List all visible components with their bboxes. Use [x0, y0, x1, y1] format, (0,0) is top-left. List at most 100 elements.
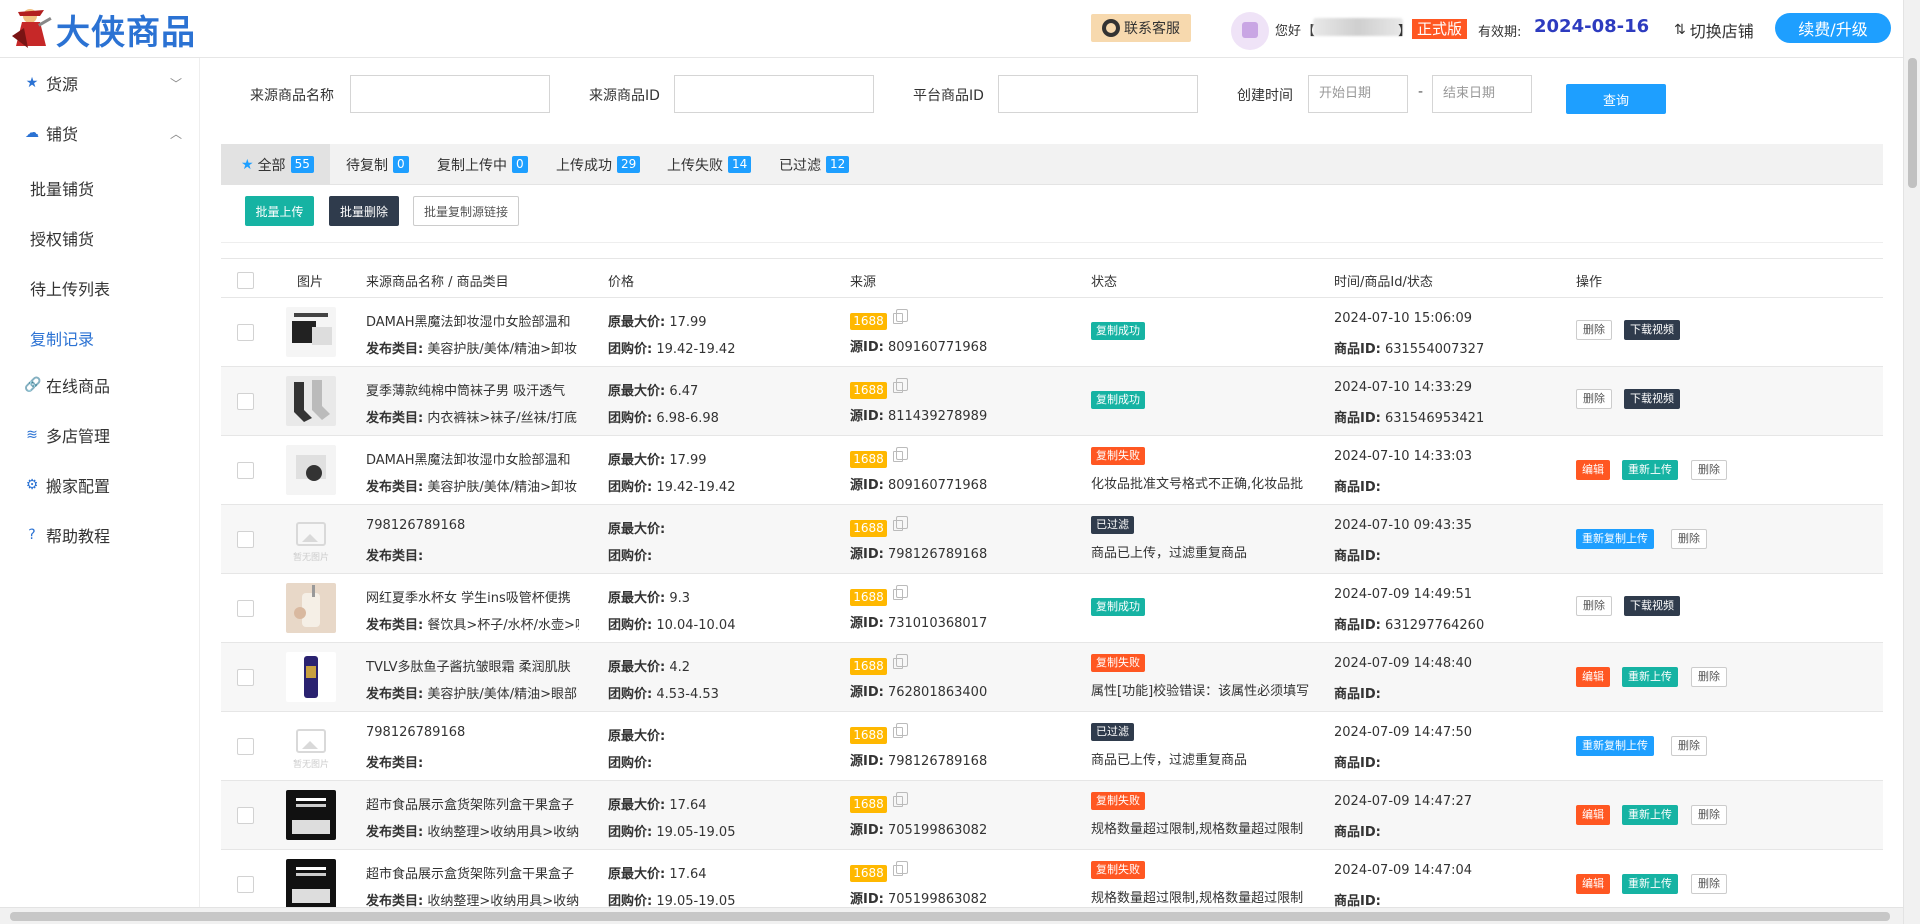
tab-count-badge: 12	[826, 156, 850, 173]
row-checkbox[interactable]	[237, 462, 254, 479]
sidebar-item-distribute[interactable]: ☁ 铺货 ︿	[0, 108, 200, 158]
download-video-button[interactable]: 下载视频	[1624, 389, 1680, 409]
copy-icon[interactable]	[893, 792, 908, 807]
row-checkbox[interactable]	[237, 738, 254, 755]
delete-button[interactable]: 删除	[1576, 320, 1612, 340]
platform-id-input[interactable]	[998, 75, 1198, 113]
edit-button[interactable]: 编辑	[1576, 667, 1610, 687]
row-checkbox[interactable]	[237, 669, 254, 686]
source-name-input[interactable]	[350, 75, 550, 113]
product-thumbnail[interactable]	[286, 583, 336, 633]
edit-button[interactable]: 编辑	[1576, 874, 1610, 894]
product-title[interactable]: DAMAH黑魔法卸妆湿巾女脸部温和	[366, 311, 579, 330]
start-date-input[interactable]: 开始日期	[1308, 75, 1408, 113]
sidebar-item-source[interactable]: ★ 货源 ﹀	[0, 58, 200, 108]
tab-label: 上传失败	[667, 157, 723, 174]
source-id-input[interactable]	[674, 75, 874, 113]
row-checkbox[interactable]	[237, 876, 254, 893]
delete-button[interactable]: 删除	[1671, 736, 1707, 756]
product-thumbnail[interactable]	[286, 790, 336, 840]
bulk-delete-button[interactable]: 批量删除	[329, 196, 399, 226]
reupload-button[interactable]: 重新上传	[1622, 805, 1678, 825]
recopy-upload-button[interactable]: 重新复制上传	[1576, 736, 1654, 756]
tab-copying[interactable]: 复制上传中 0	[437, 144, 528, 185]
reupload-button[interactable]: 重新上传	[1622, 667, 1678, 687]
edit-button[interactable]: 编辑	[1576, 460, 1610, 480]
tab-upload-failed[interactable]: 上传失败 14	[667, 144, 752, 185]
product-title[interactable]: DAMAH黑魔法卸妆湿巾女脸部温和	[366, 449, 579, 468]
product-thumbnail[interactable]	[286, 652, 336, 702]
tab-filtered[interactable]: 已过滤 12	[779, 144, 850, 185]
product-thumbnail[interactable]	[286, 307, 336, 357]
tab-all[interactable]: ★ 全部 55	[221, 144, 330, 185]
delete-button[interactable]: 删除	[1691, 874, 1727, 894]
product-thumbnail[interactable]	[286, 859, 336, 909]
row-checkbox[interactable]	[237, 324, 254, 341]
sidebar-item-move-config[interactable]: ⚙ 搬家配置	[0, 460, 200, 510]
select-all-checkbox[interactable]	[237, 272, 254, 289]
copy-icon[interactable]	[893, 516, 908, 531]
delete-button[interactable]: 删除	[1671, 529, 1707, 549]
product-id: 商品ID:	[1334, 752, 1381, 771]
copy-icon[interactable]	[893, 585, 908, 600]
query-button[interactable]: 查询	[1566, 84, 1666, 114]
copy-icon[interactable]	[893, 447, 908, 462]
switch-store-button[interactable]: ⇅ 切换店铺	[1674, 18, 1754, 42]
contact-support-button[interactable]: 联系客服	[1091, 14, 1191, 42]
row-checkbox[interactable]	[237, 600, 254, 617]
product-title[interactable]: 超市食品展示盒货架陈列盒干果盒子	[366, 863, 579, 882]
download-video-button[interactable]: 下载视频	[1624, 596, 1680, 616]
copy-icon[interactable]	[893, 723, 908, 738]
product-id: 商品ID: 631554007327	[1334, 338, 1484, 357]
tab-pending-copy[interactable]: 待复制 0	[346, 144, 409, 185]
scrollbar-thumb[interactable]	[10, 912, 1890, 921]
product-category: 发布类目:	[366, 545, 579, 564]
delete-button[interactable]: 删除	[1576, 596, 1612, 616]
product-thumbnail[interactable]	[286, 445, 336, 495]
product-thumbnail[interactable]	[286, 376, 336, 426]
delete-button[interactable]: 删除	[1691, 460, 1727, 480]
tab-upload-success[interactable]: 上传成功 29	[556, 144, 641, 185]
logo[interactable]: 大侠商品	[10, 4, 196, 54]
sidebar-sub-copy-records[interactable]: 复制记录	[30, 326, 94, 350]
row-checkbox[interactable]	[237, 531, 254, 548]
product-title[interactable]: 网红夏季水杯女 学生ins吸管杯便携	[366, 587, 579, 606]
product-title[interactable]: 夏季薄款纯棉中筒袜子男 吸汗透气	[366, 380, 579, 399]
reupload-button[interactable]: 重新上传	[1622, 874, 1678, 894]
row-time: 2024-07-10 09:43:35	[1334, 518, 1473, 533]
bulk-upload-button[interactable]: 批量上传	[245, 196, 314, 226]
scrollbar-thumb[interactable]	[1908, 58, 1917, 188]
copy-icon[interactable]	[893, 309, 908, 324]
end-date-input[interactable]: 结束日期	[1432, 75, 1532, 113]
horizontal-scrollbar[interactable]	[0, 907, 1903, 924]
delete-button[interactable]: 删除	[1576, 389, 1612, 409]
avatar[interactable]	[1231, 12, 1269, 50]
copy-icon[interactable]	[893, 378, 908, 393]
sidebar-item-online-products[interactable]: 🔗 在线商品	[0, 360, 200, 410]
product-title[interactable]: 798126789168	[366, 725, 579, 740]
download-video-button[interactable]: 下载视频	[1624, 320, 1680, 340]
row-checkbox[interactable]	[237, 393, 254, 410]
product-title[interactable]: TVLV多肽鱼子酱抗皱眼霜 柔润肌肤	[366, 656, 579, 675]
copy-icon[interactable]	[893, 861, 908, 876]
delete-button[interactable]: 删除	[1691, 667, 1727, 687]
reupload-button[interactable]: 重新上传	[1622, 460, 1678, 480]
edit-button[interactable]: 编辑	[1576, 805, 1610, 825]
sidebar-sub-bulk-distribute[interactable]: 批量铺货	[30, 176, 94, 200]
product-title[interactable]: 超市食品展示盒货架陈列盒干果盒子	[366, 794, 579, 813]
renew-upgrade-button[interactable]: 续费/升级	[1775, 13, 1891, 43]
sidebar-item-help[interactable]: ? 帮助教程	[0, 510, 200, 560]
vertical-scrollbar[interactable]	[1903, 0, 1920, 924]
recopy-upload-button[interactable]: 重新复制上传	[1576, 529, 1654, 549]
sidebar-sub-pending-upload[interactable]: 待上传列表	[30, 276, 110, 300]
copy-icon[interactable]	[893, 654, 908, 669]
row-checkbox[interactable]	[237, 807, 254, 824]
sidebar-item-multi-store[interactable]: ≋ 多店管理	[0, 410, 200, 460]
delete-button[interactable]: 删除	[1691, 805, 1727, 825]
date-range-dash: -	[1418, 84, 1424, 100]
source-id-label: 源ID:	[850, 823, 884, 838]
bulk-copy-link-button[interactable]: 批量复制源链接	[413, 196, 519, 226]
sidebar-sub-authorized-distribute[interactable]: 授权铺货	[30, 226, 94, 250]
product-title[interactable]: 798126789168	[366, 518, 579, 533]
link-icon: 🔗	[24, 377, 42, 393]
